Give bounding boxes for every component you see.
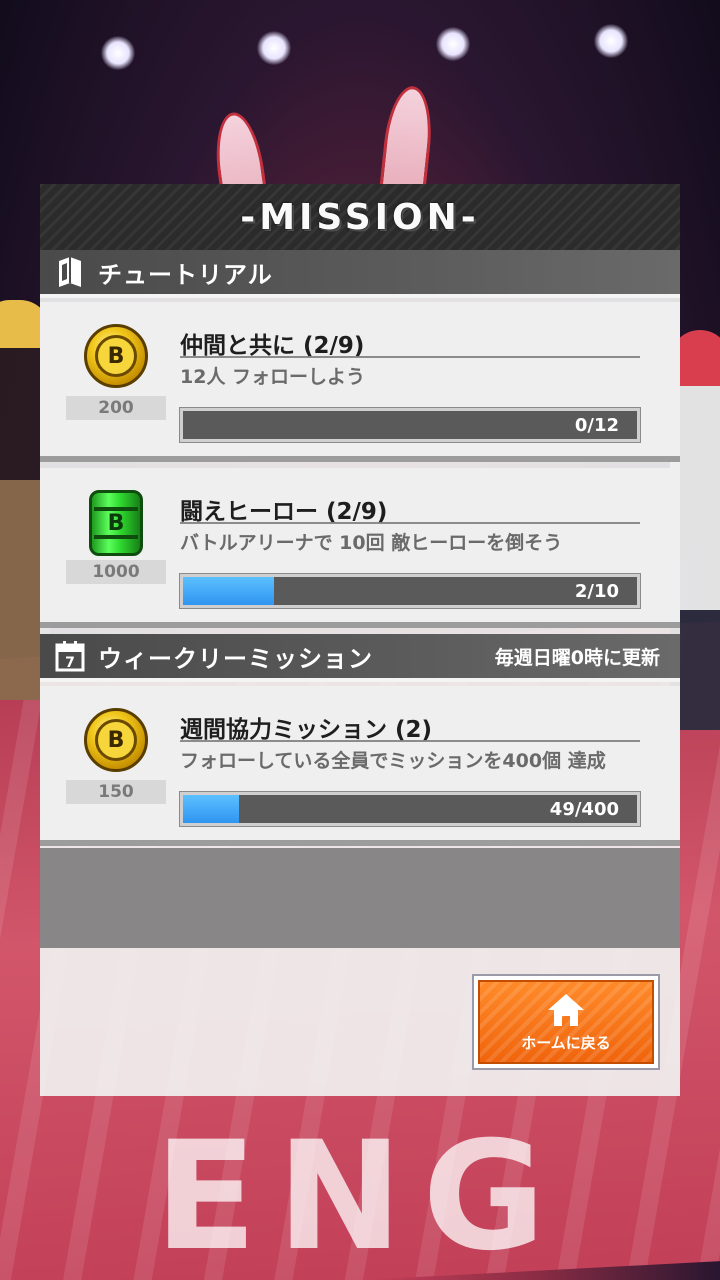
- home-button-face[interactable]: ホームに戻る: [478, 980, 654, 1064]
- mission-description: バトルアリーナで 10回 敵ヒーローを倒そう: [180, 532, 563, 554]
- mission-item[interactable]: B 200 仲間と共に (2/9) 12人 フォローしよう 0/12: [40, 302, 680, 462]
- mission-item[interactable]: B 1000 闘えヒーロー (2/9) バトルアリーナで 10回 敵ヒーローを倒…: [40, 468, 680, 628]
- coin-icon: B: [84, 324, 148, 388]
- stage-light: [594, 24, 628, 58]
- mission-panel: -MISSION- チュートリアル B 200 仲間と共に (2/9) 12人 …: [40, 184, 680, 1096]
- progress-text: 2/10: [574, 581, 619, 602]
- mission-title: 仲間と共に (2/9): [180, 326, 640, 359]
- panel-header: -MISSION-: [40, 184, 680, 250]
- reward-amount: 150: [66, 780, 166, 804]
- section-label: チュートリアル: [98, 260, 273, 289]
- home-button[interactable]: ホームに戻る: [474, 976, 658, 1068]
- mission-progress-bar: 0/12: [180, 408, 640, 442]
- mission-progress-bar: 2/10: [180, 574, 640, 608]
- section-tutorial: チュートリアル: [40, 250, 680, 298]
- empty-list-area: [40, 848, 680, 948]
- mission-description: 12人 フォローしよう: [180, 366, 366, 388]
- reset-note: 毎週日曜0時に更新: [494, 646, 660, 669]
- reward: B 200: [66, 324, 166, 430]
- section-label: ウィークリーミッション: [98, 644, 373, 673]
- can-symbol: B: [107, 510, 125, 536]
- progress-text: 0/12: [574, 415, 619, 436]
- mission-title: 闘えヒーロー (2/9): [180, 492, 640, 525]
- stage-light: [101, 36, 135, 70]
- progress-fill: [183, 577, 274, 605]
- calendar-number: 7: [65, 655, 75, 671]
- reward: B 1000: [66, 490, 166, 596]
- mission-progress-bar: 49/400: [180, 792, 640, 826]
- coin-symbol: B: [95, 719, 137, 761]
- progress-fill: [183, 795, 239, 823]
- floor-text: ENG: [154, 1110, 566, 1280]
- mission-item[interactable]: B 150 週間協力ミッション (2) フォローしている全員でミッションを400…: [40, 686, 680, 846]
- mission-title: 週間協力ミッション (2): [180, 710, 640, 743]
- stage-light: [257, 31, 291, 65]
- home-button-label: ホームに戻る: [521, 1033, 611, 1052]
- reward: B 150: [66, 708, 166, 814]
- reward-amount: 1000: [66, 560, 166, 584]
- book-icon: [50, 252, 90, 292]
- calendar-icon: 7: [50, 636, 90, 676]
- green-can-icon: B: [89, 490, 143, 556]
- coin-icon: B: [84, 708, 148, 772]
- coin-symbol: B: [95, 335, 137, 377]
- reward-amount: 200: [66, 396, 166, 420]
- section-weekly: 7 ウィークリーミッション 毎週日曜0時に更新: [40, 634, 680, 682]
- home-icon: [548, 993, 584, 1026]
- stage-light: [436, 27, 470, 61]
- progress-text: 49/400: [549, 799, 619, 820]
- panel-title: -MISSION-: [240, 196, 480, 238]
- mission-description: フォローしている全員でミッションを400個 達成: [180, 750, 606, 772]
